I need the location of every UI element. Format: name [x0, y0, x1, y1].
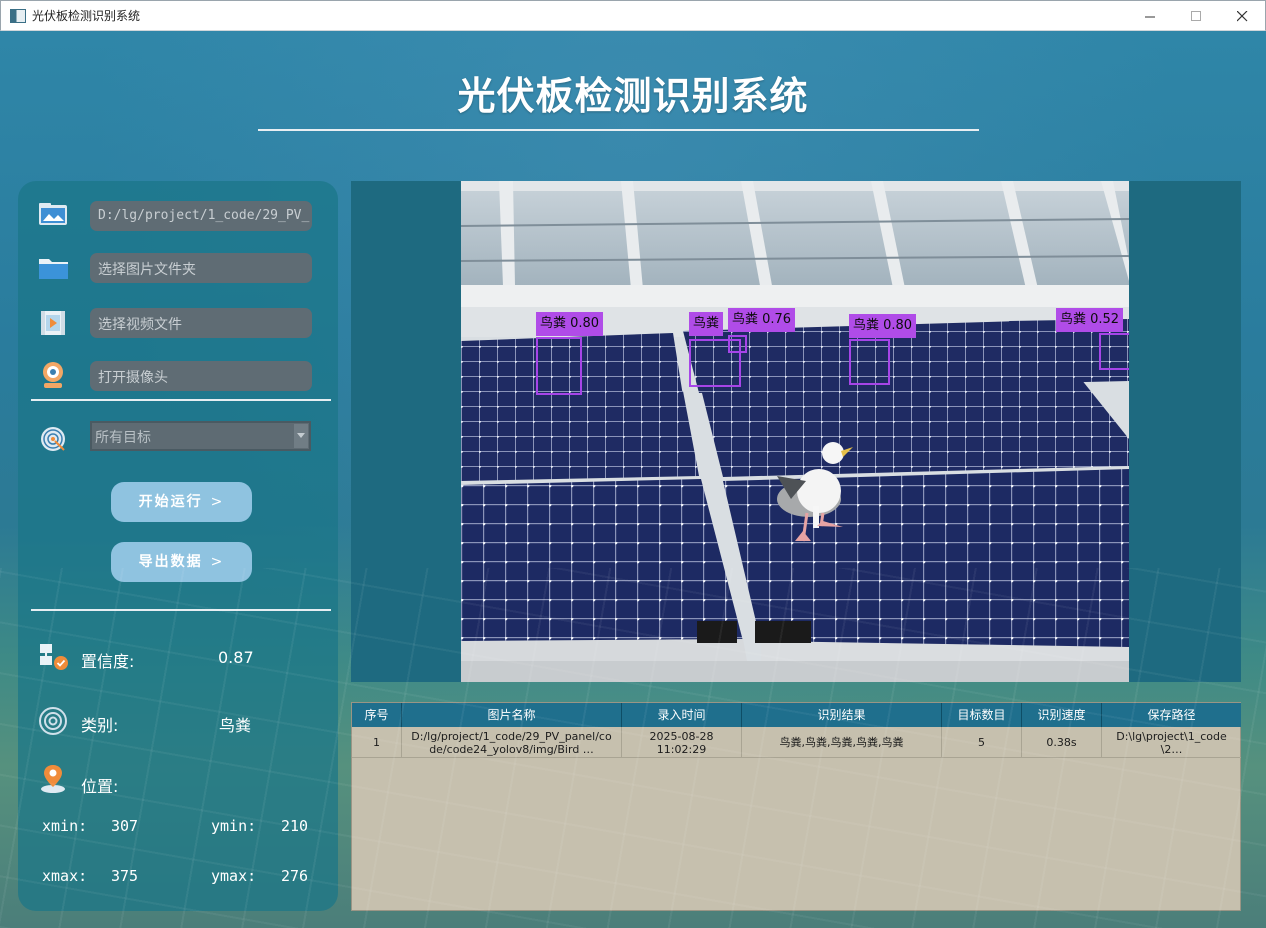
- export-button[interactable]: 导出数据 >: [111, 542, 252, 582]
- position-label: 位置:: [81, 777, 119, 796]
- panel-divider-top: [31, 399, 331, 401]
- detection-box: [728, 335, 747, 353]
- detection-label: 鸟粪 0.52: [1056, 308, 1124, 332]
- detection-label: 鸟粪: [689, 312, 724, 336]
- confidence-value: 0.87: [218, 648, 254, 667]
- chevron-right-icon: >: [210, 554, 225, 570]
- target-select[interactable]: 所有目标: [90, 421, 311, 451]
- panel-divider-bottom: [31, 609, 331, 611]
- minimize-icon: [1144, 16, 1155, 17]
- confidence-icon: [37, 641, 71, 673]
- solar-panel-photo: [461, 181, 1129, 682]
- cell-index: 1: [352, 727, 402, 758]
- start-button-label: 开始运行: [138, 494, 203, 510]
- chevron-down-icon[interactable]: [294, 424, 308, 448]
- confidence-label: 置信度:: [81, 652, 135, 671]
- xmax-label: xmax:: [42, 867, 88, 885]
- ymax-label: ymax:: [211, 867, 257, 885]
- target-select-value: 所有目标: [95, 430, 151, 446]
- column-header[interactable]: 录入时间: [622, 703, 742, 727]
- app-icon: [10, 8, 26, 23]
- detection-label: 鸟粪 0.80: [849, 314, 917, 338]
- camera-icon[interactable]: [37, 359, 71, 391]
- minimize-button[interactable]: [1127, 1, 1173, 31]
- class-label: 类别:: [81, 716, 119, 735]
- window-controls: [1127, 1, 1265, 31]
- maximize-button[interactable]: [1173, 1, 1219, 31]
- xmin-label: xmin:: [42, 817, 88, 835]
- detection-image: 鸟粪 0.80 鸟粪 鸟粪 0.76 鸟粪 0.80 鸟粪 0.52: [461, 181, 1129, 682]
- column-header[interactable]: 目标数目: [942, 703, 1022, 727]
- results-table: 序号 图片名称 录入时间 识别结果 目标数目 识别速度 保存路径 1 D:/lg…: [351, 702, 1241, 911]
- class-value: 鸟粪: [219, 716, 252, 735]
- control-panel: D:/lg/project/1_code/29_PV_ 选择图片文件夹 选择视频…: [18, 181, 338, 911]
- column-header[interactable]: 保存路径: [1102, 703, 1241, 727]
- detection-box: [1099, 333, 1129, 370]
- column-header[interactable]: 识别速度: [1022, 703, 1102, 727]
- detection-label: 鸟粪 0.76: [728, 308, 796, 332]
- image-display-panel: 鸟粪 0.80 鸟粪 鸟粪 0.76 鸟粪 0.80 鸟粪 0.52: [351, 181, 1241, 682]
- ymax-value: 276: [281, 867, 309, 885]
- folder-input[interactable]: 选择图片文件夹: [90, 253, 312, 283]
- camera-input[interactable]: 打开摄像头: [90, 361, 312, 391]
- chevron-right-icon: >: [210, 494, 225, 510]
- table-header: 序号 图片名称 录入时间 识别结果 目标数目 识别速度 保存路径: [352, 703, 1241, 727]
- folder-icon[interactable]: [37, 251, 71, 283]
- column-header[interactable]: 识别结果: [742, 703, 942, 727]
- video-icon[interactable]: [37, 307, 71, 339]
- start-button[interactable]: 开始运行 >: [111, 482, 252, 522]
- detection-label: 鸟粪 0.80: [536, 312, 604, 336]
- detection-box: [849, 339, 890, 385]
- cell-image-name: D:/lg/project/1_code/29_PV_panel/code/co…: [402, 727, 622, 758]
- cell-result: 鸟粪,鸟粪,鸟粪,鸟粪,鸟粪: [742, 727, 942, 758]
- cell-count: 5: [942, 727, 1022, 758]
- column-header[interactable]: 序号: [352, 703, 402, 727]
- ymin-value: 210: [281, 817, 309, 835]
- close-icon: [1236, 10, 1247, 21]
- app-title: 光伏板检测识别系统: [457, 74, 809, 118]
- detection-box: [536, 337, 582, 395]
- main-area: 光伏板检测识别系统 D:/lg/project/1_code/29_PV_ 选择…: [0, 31, 1266, 928]
- image-file-icon[interactable]: [37, 199, 71, 231]
- maximize-icon: [1190, 10, 1201, 21]
- target-icon: [37, 423, 71, 455]
- column-header[interactable]: 图片名称: [402, 703, 622, 727]
- cell-save-path: D:\lg\project\1_code\2…: [1116, 729, 1227, 756]
- ymin-label: ymin:: [211, 817, 257, 835]
- xmax-value: 375: [111, 867, 139, 885]
- table-row[interactable]: 1 D:/lg/project/1_code/29_PV_panel/code/…: [352, 727, 1241, 758]
- class-icon: [37, 705, 71, 737]
- image-path-field[interactable]: D:/lg/project/1_code/29_PV_: [90, 201, 312, 231]
- cell-time: 2025-08-28 11:02:29: [622, 727, 742, 758]
- window-titlebar: 光伏板检测识别系统: [0, 0, 1266, 31]
- close-button[interactable]: [1219, 1, 1265, 31]
- cell-speed: 0.38s: [1022, 727, 1102, 758]
- location-icon: [37, 763, 71, 795]
- title-divider: [258, 129, 979, 131]
- video-input[interactable]: 选择视频文件: [90, 308, 312, 338]
- window-title: 光伏板检测识别系统: [32, 9, 141, 23]
- xmin-value: 307: [111, 817, 139, 835]
- export-button-label: 导出数据: [138, 554, 203, 570]
